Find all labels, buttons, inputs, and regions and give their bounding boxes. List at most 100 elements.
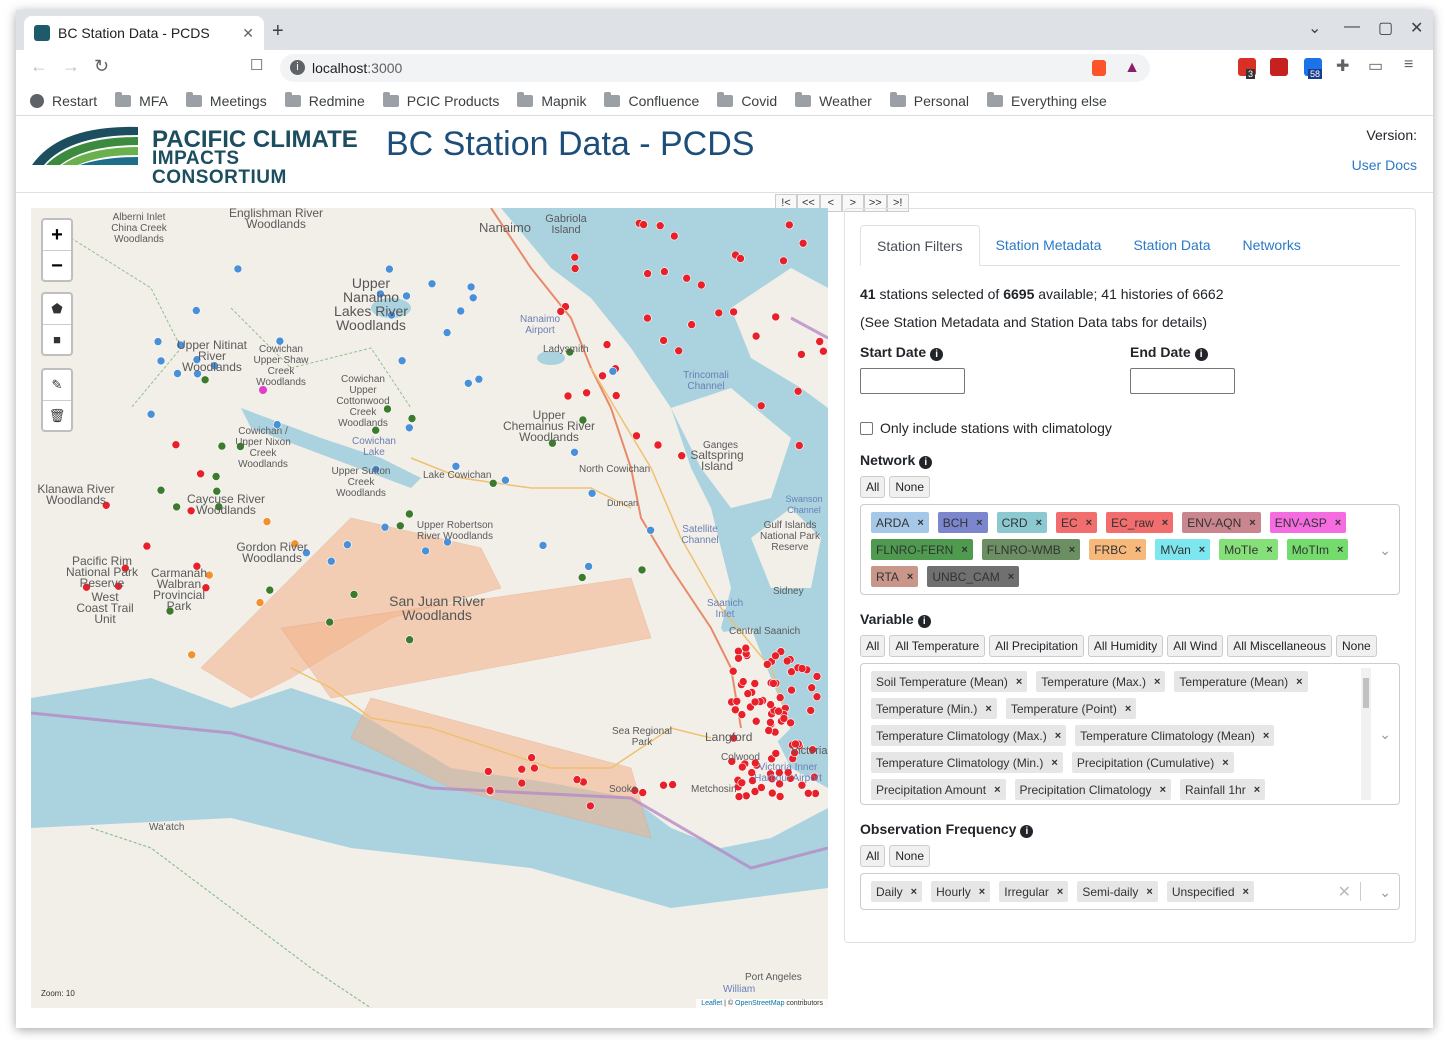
station-marker[interactable] (774, 706, 783, 716)
filter-chip[interactable]: Temperature Climatology (Mean) × (1075, 725, 1275, 746)
station-marker[interactable] (737, 778, 747, 788)
station-marker[interactable] (421, 546, 430, 556)
variable-filter-button[interactable]: All Wind (1167, 635, 1224, 657)
station-marker[interactable] (325, 617, 335, 627)
bookmark-mfa[interactable]: MFA (115, 91, 168, 109)
remove-chip-icon[interactable]: × (1036, 517, 1042, 529)
reload-icon[interactable]: ↻ (94, 56, 109, 77)
station-marker[interactable] (655, 221, 665, 231)
station-marker[interactable] (587, 488, 597, 498)
filter-chip[interactable]: Soil Temperature (Mean) × (871, 671, 1028, 692)
station-marker[interactable] (563, 391, 573, 401)
remove-chip-icon[interactable]: × (1254, 784, 1260, 796)
station-marker[interactable] (380, 522, 390, 532)
frequency-all-button[interactable]: All (860, 845, 886, 867)
user-docs-link[interactable]: User Docs (1352, 157, 1417, 173)
start-date-input[interactable] (860, 368, 965, 394)
filter-chip[interactable]: Precipitation Amount × (871, 779, 1006, 800)
station-marker[interactable] (153, 337, 163, 346)
chevron-down-icon[interactable]: ⌄ (1379, 884, 1391, 901)
remove-chip-icon[interactable]: × (1125, 703, 1131, 715)
maximize-icon[interactable]: ▢ (1378, 18, 1393, 38)
station-marker[interactable] (779, 256, 788, 266)
remove-chip-icon[interactable]: × (1016, 676, 1022, 688)
station-marker[interactable] (811, 789, 820, 798)
station-marker[interactable] (598, 371, 607, 381)
filter-chip[interactable]: MoTIe × (1219, 539, 1278, 560)
filter-chip[interactable]: Rainfall 1hr × (1180, 779, 1266, 800)
tab-station-metadata[interactable]: Station Metadata (980, 225, 1118, 265)
filter-chip[interactable]: EC × (1056, 512, 1098, 533)
station-marker[interactable] (611, 391, 621, 400)
menu-icon[interactable]: ≡ (1404, 56, 1413, 74)
remove-chip-icon[interactable]: × (1055, 730, 1061, 742)
filter-chip[interactable]: Temperature (Max.) × (1036, 671, 1166, 692)
station-marker[interactable] (501, 475, 510, 485)
station-marker[interactable] (767, 788, 777, 798)
remove-chip-icon[interactable]: × (961, 544, 967, 556)
back-icon[interactable]: ← (30, 56, 48, 77)
remove-chip-icon[interactable]: × (1337, 544, 1343, 556)
station-marker[interactable] (643, 313, 652, 323)
station-marker[interactable] (659, 780, 668, 790)
station-marker[interactable] (570, 252, 580, 262)
station-marker[interactable] (643, 269, 652, 278)
station-marker[interactable] (233, 264, 243, 274)
station-marker[interactable] (771, 312, 781, 322)
station-marker[interactable] (794, 441, 804, 450)
bookmark-confluence[interactable]: Confluence (604, 91, 699, 109)
remove-chip-icon[interactable]: × (1199, 544, 1205, 556)
station-marker[interactable] (570, 448, 579, 457)
bookmark-restart[interactable]: Restart (30, 93, 97, 109)
bookmark-covid[interactable]: Covid (717, 91, 777, 109)
filter-chip[interactable]: UNBC_CAM × (927, 566, 1020, 587)
station-marker[interactable] (815, 337, 825, 346)
station-marker[interactable] (732, 696, 742, 706)
station-marker[interactable] (326, 556, 336, 566)
filter-chip[interactable]: CRD × (996, 512, 1047, 533)
filter-chip[interactable]: Temperature Climatology (Max.) × (871, 725, 1067, 746)
station-marker[interactable] (255, 598, 265, 607)
filter-chip[interactable]: ENV-ASP × (1269, 512, 1347, 533)
station-marker[interactable] (797, 350, 806, 359)
station-marker[interactable] (771, 749, 781, 758)
remove-chip-icon[interactable]: × (979, 886, 985, 898)
filter-chip[interactable]: Precipitation (Cumulative) × (1071, 752, 1234, 773)
remove-chip-icon[interactable]: × (1069, 544, 1075, 556)
station-marker[interactable] (442, 328, 452, 337)
station-marker[interactable] (639, 220, 648, 229)
station-marker[interactable] (797, 664, 807, 673)
remove-chip-icon[interactable]: × (1160, 784, 1166, 796)
station-marker[interactable] (812, 672, 822, 681)
station-marker[interactable] (743, 689, 753, 698)
station-marker[interactable] (738, 677, 748, 686)
network-select[interactable]: ⌄ ARDA × BCH × CRD × EC × EC_raw × ENV-AQN × ENV-ASP… (860, 504, 1400, 595)
station-marker[interactable] (405, 509, 414, 519)
station-marker[interactable] (485, 786, 495, 795)
station-marker[interactable] (146, 409, 156, 419)
filter-chip[interactable]: FRBC × (1089, 539, 1147, 560)
station-marker[interactable] (668, 780, 677, 789)
station-marker[interactable] (807, 683, 817, 693)
station-marker[interactable] (349, 590, 359, 599)
station-marker[interactable] (582, 388, 591, 398)
frequency-select[interactable]: ✕ ⌄ Daily × Hourly × Irregular × Semi-daily × Un… (860, 873, 1400, 910)
station-marker[interactable] (793, 386, 803, 396)
station-marker[interactable] (730, 705, 740, 715)
filter-chip[interactable]: Irregular × (999, 881, 1069, 902)
station-marker[interactable] (775, 693, 785, 702)
pcic-logo[interactable]: PACIFIC CLIMATE IMPACTS CONSORTIUM (30, 123, 360, 187)
zoom-in-button[interactable]: + (43, 220, 71, 250)
station-marker[interactable] (734, 646, 743, 656)
end-date-input[interactable] (1130, 368, 1235, 394)
station-marker[interactable] (586, 801, 595, 811)
filter-chip[interactable]: Precipitation Climatology × (1014, 779, 1171, 800)
station-marker[interactable] (682, 273, 692, 283)
bookmark-redmine[interactable]: Redmine (284, 91, 365, 109)
station-marker[interactable] (262, 517, 272, 526)
info-icon[interactable]: i (919, 456, 933, 469)
station-marker[interactable] (456, 306, 466, 316)
remove-chip-icon[interactable]: × (1335, 517, 1341, 529)
station-marker[interactable] (798, 238, 808, 248)
station-marker[interactable] (714, 308, 724, 318)
